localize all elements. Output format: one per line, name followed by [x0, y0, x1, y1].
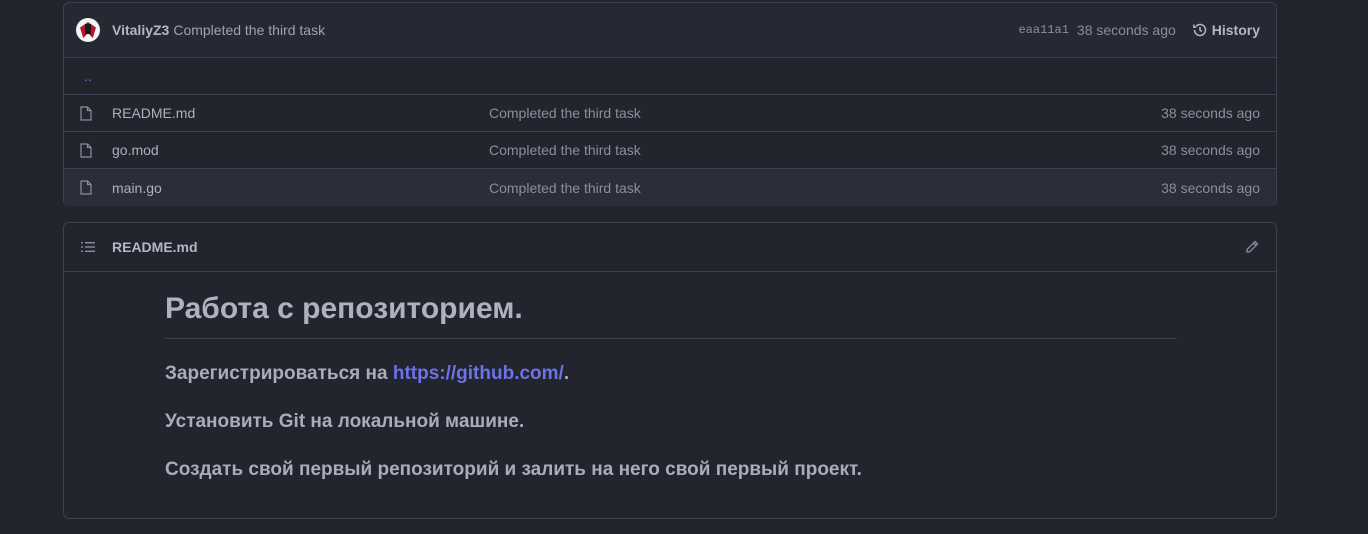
file-row[interactable]: go.mod Completed the third task 38 secon… [64, 132, 1276, 169]
readme-paragraph: Зарегистрироваться на https://github.com… [165, 363, 1176, 385]
pencil-icon[interactable] [1244, 239, 1260, 255]
file-row[interactable]: README.md Completed the third task 38 se… [64, 95, 1276, 132]
readme-header: README.md [64, 223, 1276, 272]
file-name[interactable]: go.mod [112, 142, 489, 158]
readme-heading: Работа с репозиторием. [165, 292, 1177, 339]
readme-paragraph-tail: . [563, 363, 570, 384]
file-commit-time: 38 seconds ago [1161, 105, 1260, 121]
readme-paragraph-text: Зарегистрироваться на [165, 363, 393, 384]
readme-content: Работа с репозиторием. Зарегистрироватьс… [64, 272, 1276, 481]
commit-time: 38 seconds ago [1076, 22, 1176, 38]
parent-directory-row[interactable]: .. [64, 58, 1276, 95]
readme-title[interactable]: README.md [112, 239, 198, 255]
file-browser: VitaliyZ3 Completed the third task eaa11… [63, 2, 1277, 206]
commit-sha[interactable]: eaa11a1 [1018, 23, 1068, 37]
file-icon [80, 180, 96, 195]
list-icon[interactable] [80, 239, 96, 255]
history-icon [1192, 23, 1207, 37]
readme-paragraph: Установить Git на локальной машине. [165, 411, 525, 432]
file-icon [80, 105, 96, 121]
readme-paragraph: Создать свой первый репозиторий и залить… [165, 459, 862, 480]
history-label: History [1211, 22, 1260, 38]
file-commit-message[interactable]: Completed the third task [489, 142, 641, 158]
file-commit-message[interactable]: Completed the third task [489, 105, 641, 121]
file-commit-message[interactable]: Completed the third task [489, 180, 641, 196]
avatar[interactable] [76, 18, 100, 42]
file-icon [80, 142, 96, 158]
file-commit-time: 38 seconds ago [1161, 179, 1260, 196]
file-name[interactable]: main.go [112, 180, 489, 196]
file-name[interactable]: README.md [112, 105, 489, 121]
readme-panel: README.md Работа с репозиторием. Зарегис… [63, 222, 1277, 519]
github-link[interactable]: https://github.com/ [393, 363, 564, 384]
commit-author[interactable]: VitaliyZ3 [112, 22, 169, 38]
file-row[interactable]: main.go Completed the third task 38 seco… [64, 169, 1276, 206]
latest-commit-bar: VitaliyZ3 Completed the third task eaa11… [64, 3, 1276, 58]
commit-message[interactable]: Completed the third task [173, 22, 325, 38]
parent-directory-link[interactable]: .. [84, 68, 92, 84]
file-commit-time: 38 seconds ago [1161, 142, 1260, 158]
history-button[interactable]: History [1192, 22, 1260, 38]
